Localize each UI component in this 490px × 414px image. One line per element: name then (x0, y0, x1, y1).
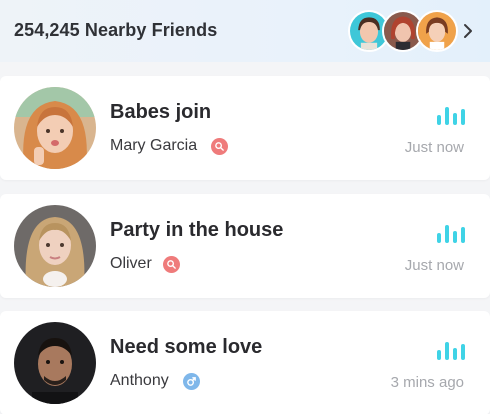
room-card[interactable]: Babes join Mary Garcia Just now (0, 76, 490, 180)
room-card[interactable]: Need some love Anthony 3 mins ago (0, 311, 490, 414)
audio-bars-icon (437, 107, 465, 125)
room-time: 3 mins ago (390, 374, 464, 391)
audio-bars-icon (437, 342, 465, 360)
male-icon (183, 373, 200, 390)
avatar (416, 10, 458, 52)
room-time: Just now (404, 257, 464, 274)
chevron-right-icon[interactable] (462, 23, 474, 39)
avatar-stack[interactable] (348, 10, 458, 52)
avatar (14, 322, 96, 404)
female-icon (163, 256, 180, 273)
room-title: Babes join (110, 101, 212, 123)
room-title: Need some love (110, 336, 263, 358)
female-icon (211, 138, 228, 155)
nearby-friends-count: 254,245 Nearby Friends (14, 20, 218, 40)
room-time: Just now (404, 139, 464, 156)
audio-bars-icon (437, 225, 465, 243)
host-name: Oliver (110, 255, 152, 272)
room-card[interactable]: Party in the house Oliver Just now (0, 194, 490, 298)
host-name: Mary Garcia (110, 137, 198, 154)
room-title: Party in the house (110, 219, 284, 241)
avatar (14, 87, 96, 169)
avatar (14, 205, 96, 287)
nearby-friends-header[interactable]: 254,245 Nearby Friends (0, 0, 490, 62)
host-name: Anthony (110, 372, 169, 389)
